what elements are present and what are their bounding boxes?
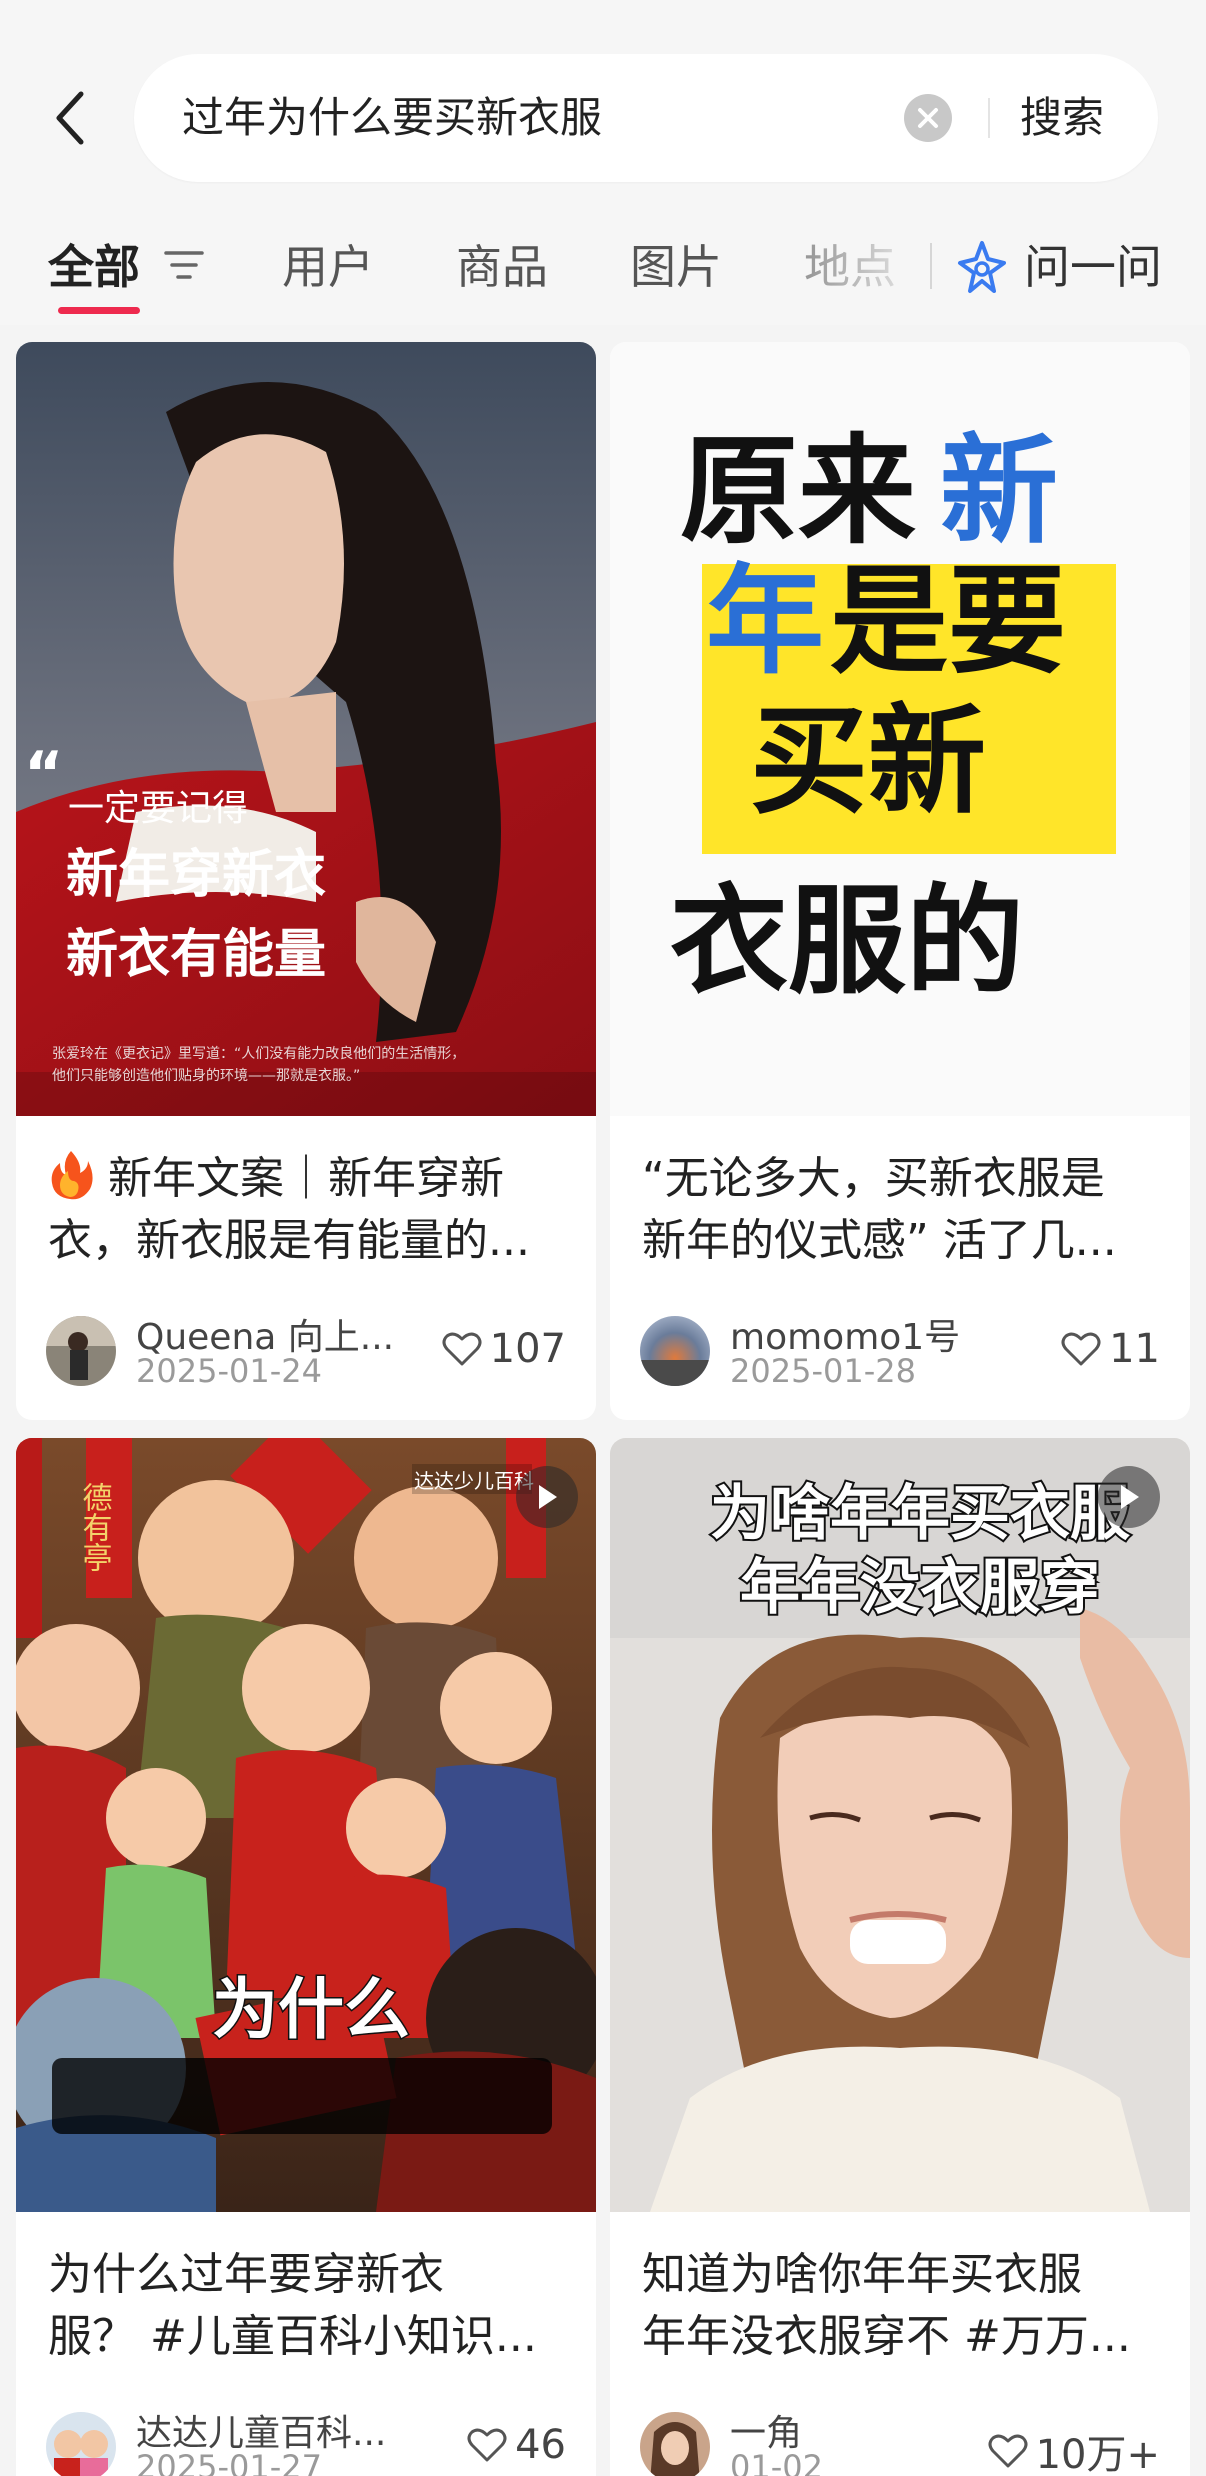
heart-icon [988,2434,1028,2468]
couplet-text: 德有亭 [77,1482,113,1572]
note-title[interactable]: “无论多大，买新衣服是 新年的仪式感” 活了几... [642,1148,1162,1272]
note-title-line-2: 年年没衣服穿不 #万万... [642,2311,1131,2362]
cartoon-family-image: 德有亭 为什么 达达少儿百科 [16,1438,596,2212]
note-cover-image[interactable]: 为啥年年买衣服 年年没衣服穿 [610,1438,1190,2212]
filter-icon[interactable] [164,245,204,285]
quote-mark: “ [24,739,63,809]
video-selfie-image: 为啥年年买衣服 年年没衣服穿 [610,1438,1190,2212]
avatar-image [640,2412,710,2476]
cover-text-row4: 衣服的 [670,872,1024,1010]
note-title-line-1: 新年文案｜新年穿新 [108,1153,504,1204]
post-date: 2025-01-28 [730,1352,916,1390]
tab-users[interactable]: 用户 [282,237,374,297]
calligraphy-cover: 原来 新 年 是要 买新 衣服的 [610,342,1190,1116]
note-title-line-1: 知道为啥你年年买衣服 [642,2249,1082,2300]
tab-separator [930,243,932,289]
search-divider [988,98,990,138]
tab-all[interactable]: 全部 [48,237,140,297]
cover-text-row2-black: 是要 [830,552,1066,690]
back-button[interactable] [42,82,98,154]
like-button[interactable]: 107 [442,1326,566,1372]
note-card[interactable]: “ 一定要记得 新年穿新衣 新衣有能量 张爱玲在《更衣记》里写道：“人们没有能力… [16,342,596,1420]
tab-scroll-fade [810,215,930,325]
search-header: 搜索 [0,0,1206,215]
like-count: 11 [1109,1326,1160,1372]
filter-tabs: 全部 用户 商品 图片 地点 问一问 [0,215,1206,325]
back-arrow-icon [56,91,84,145]
like-count: 107 [489,1326,566,1372]
avatar-image [46,2412,116,2476]
overlay-caption-2: 他们只能够创造他们贴身的环境——那就是衣服。” [52,1068,360,1084]
ask-star-icon[interactable] [956,239,1008,295]
like-button[interactable]: 46 [467,2422,566,2468]
post-date: 01-02 [730,2448,823,2476]
note-cover-image[interactable]: “ 一定要记得 新年穿新衣 新衣有能量 张爱玲在《更衣记》里写道：“人们没有能力… [16,342,596,1116]
video-caption: 为什么 [212,1971,410,2048]
video-caption-line-2: 年年没衣服穿 [740,1553,1100,1623]
tab-ask[interactable]: 问一问 [1024,237,1162,297]
note-title-line-2: 服？ #儿童百科小知识... [48,2311,537,2362]
like-count: 10万+ [1035,2432,1160,2476]
note-title-line-2: 新年的仪式感” 活了几... [642,1215,1117,1266]
avatar-image [640,1316,710,1386]
post-date: 2025-01-24 [136,1352,322,1390]
overlay-caption-1: 张爱玲在《更衣记》里写道：“人们没有能力改良他们的生活情形， [52,1046,465,1062]
avatar[interactable] [46,1316,116,1386]
close-icon [918,108,938,128]
heart-icon [442,1332,482,1366]
cover-text-row1-blue: 新 [940,422,1058,560]
note-title[interactable]: 知道为啥你年年买衣服 年年没衣服穿不 #万万... [642,2244,1162,2368]
avatar-image [46,1316,116,1386]
like-button[interactable]: 10万+ [988,2422,1160,2476]
play-icon [1098,1466,1160,1528]
search-input[interactable] [182,54,902,182]
overlay-small-text: 一定要记得 [68,788,248,829]
cover-text-row3: 买新 [750,692,986,830]
portrait-photo: “ 一定要记得 新年穿新衣 新衣有能量 张爱玲在《更衣记》里写道：“人们没有能力… [16,342,596,1116]
note-title-line-1: “无论多大，买新衣服是 [642,1153,1105,1204]
note-cover-image[interactable]: 原来 新 年 是要 买新 衣服的 [610,342,1190,1116]
post-date: 2025-01-27 [136,2448,322,2476]
note-title-line-2: 衣，新衣服是有能量的... [48,1215,530,1266]
play-icon [516,1466,578,1528]
video-caption-line-1: 为啥年年买衣服 [710,1479,1130,1549]
avatar[interactable] [640,1316,710,1386]
clear-search-button[interactable] [904,94,952,142]
like-button[interactable]: 11 [1061,1326,1160,1372]
fire-icon [51,1151,93,1200]
search-button[interactable]: 搜索 [1020,54,1104,182]
heart-icon [1061,1332,1101,1366]
note-cover-image[interactable]: 德有亭 为什么 达达少儿百科 [16,1438,596,2212]
like-count: 46 [515,2422,566,2468]
cover-text-row2-blue: 年 [706,552,824,690]
note-card[interactable]: 为啥年年买衣服 年年没衣服穿 知道为啥你年年买衣服 年年没衣服穿不 #万万...… [610,1438,1190,2476]
heart-icon [467,2428,507,2462]
search-bar[interactable]: 搜索 [134,54,1158,182]
tab-images[interactable]: 图片 [630,237,722,297]
tab-products[interactable]: 商品 [456,237,548,297]
note-title-line-1: 为什么过年要穿新衣 [48,2249,444,2300]
cover-text-row1-black: 原来 [680,422,916,560]
overlay-line-1: 新年穿新衣 [66,845,326,905]
note-title[interactable]: 新年文案｜新年穿新 衣，新衣服是有能量的... [48,1148,568,1272]
avatar[interactable] [46,2412,116,2476]
note-card[interactable]: 原来 新 年 是要 买新 衣服的 “无论多大，买新衣服是 新年的仪式感” 活了几… [610,342,1190,1420]
avatar[interactable] [640,2412,710,2476]
active-tab-indicator [58,307,140,314]
overlay-line-2: 新衣有能量 [66,925,326,985]
note-title[interactable]: 为什么过年要穿新衣 服？ #儿童百科小知识... [48,2244,568,2368]
note-card[interactable]: 德有亭 为什么 达达少儿百科 为什么过年要穿新衣 服？ #儿童百科小知识... … [16,1438,596,2476]
